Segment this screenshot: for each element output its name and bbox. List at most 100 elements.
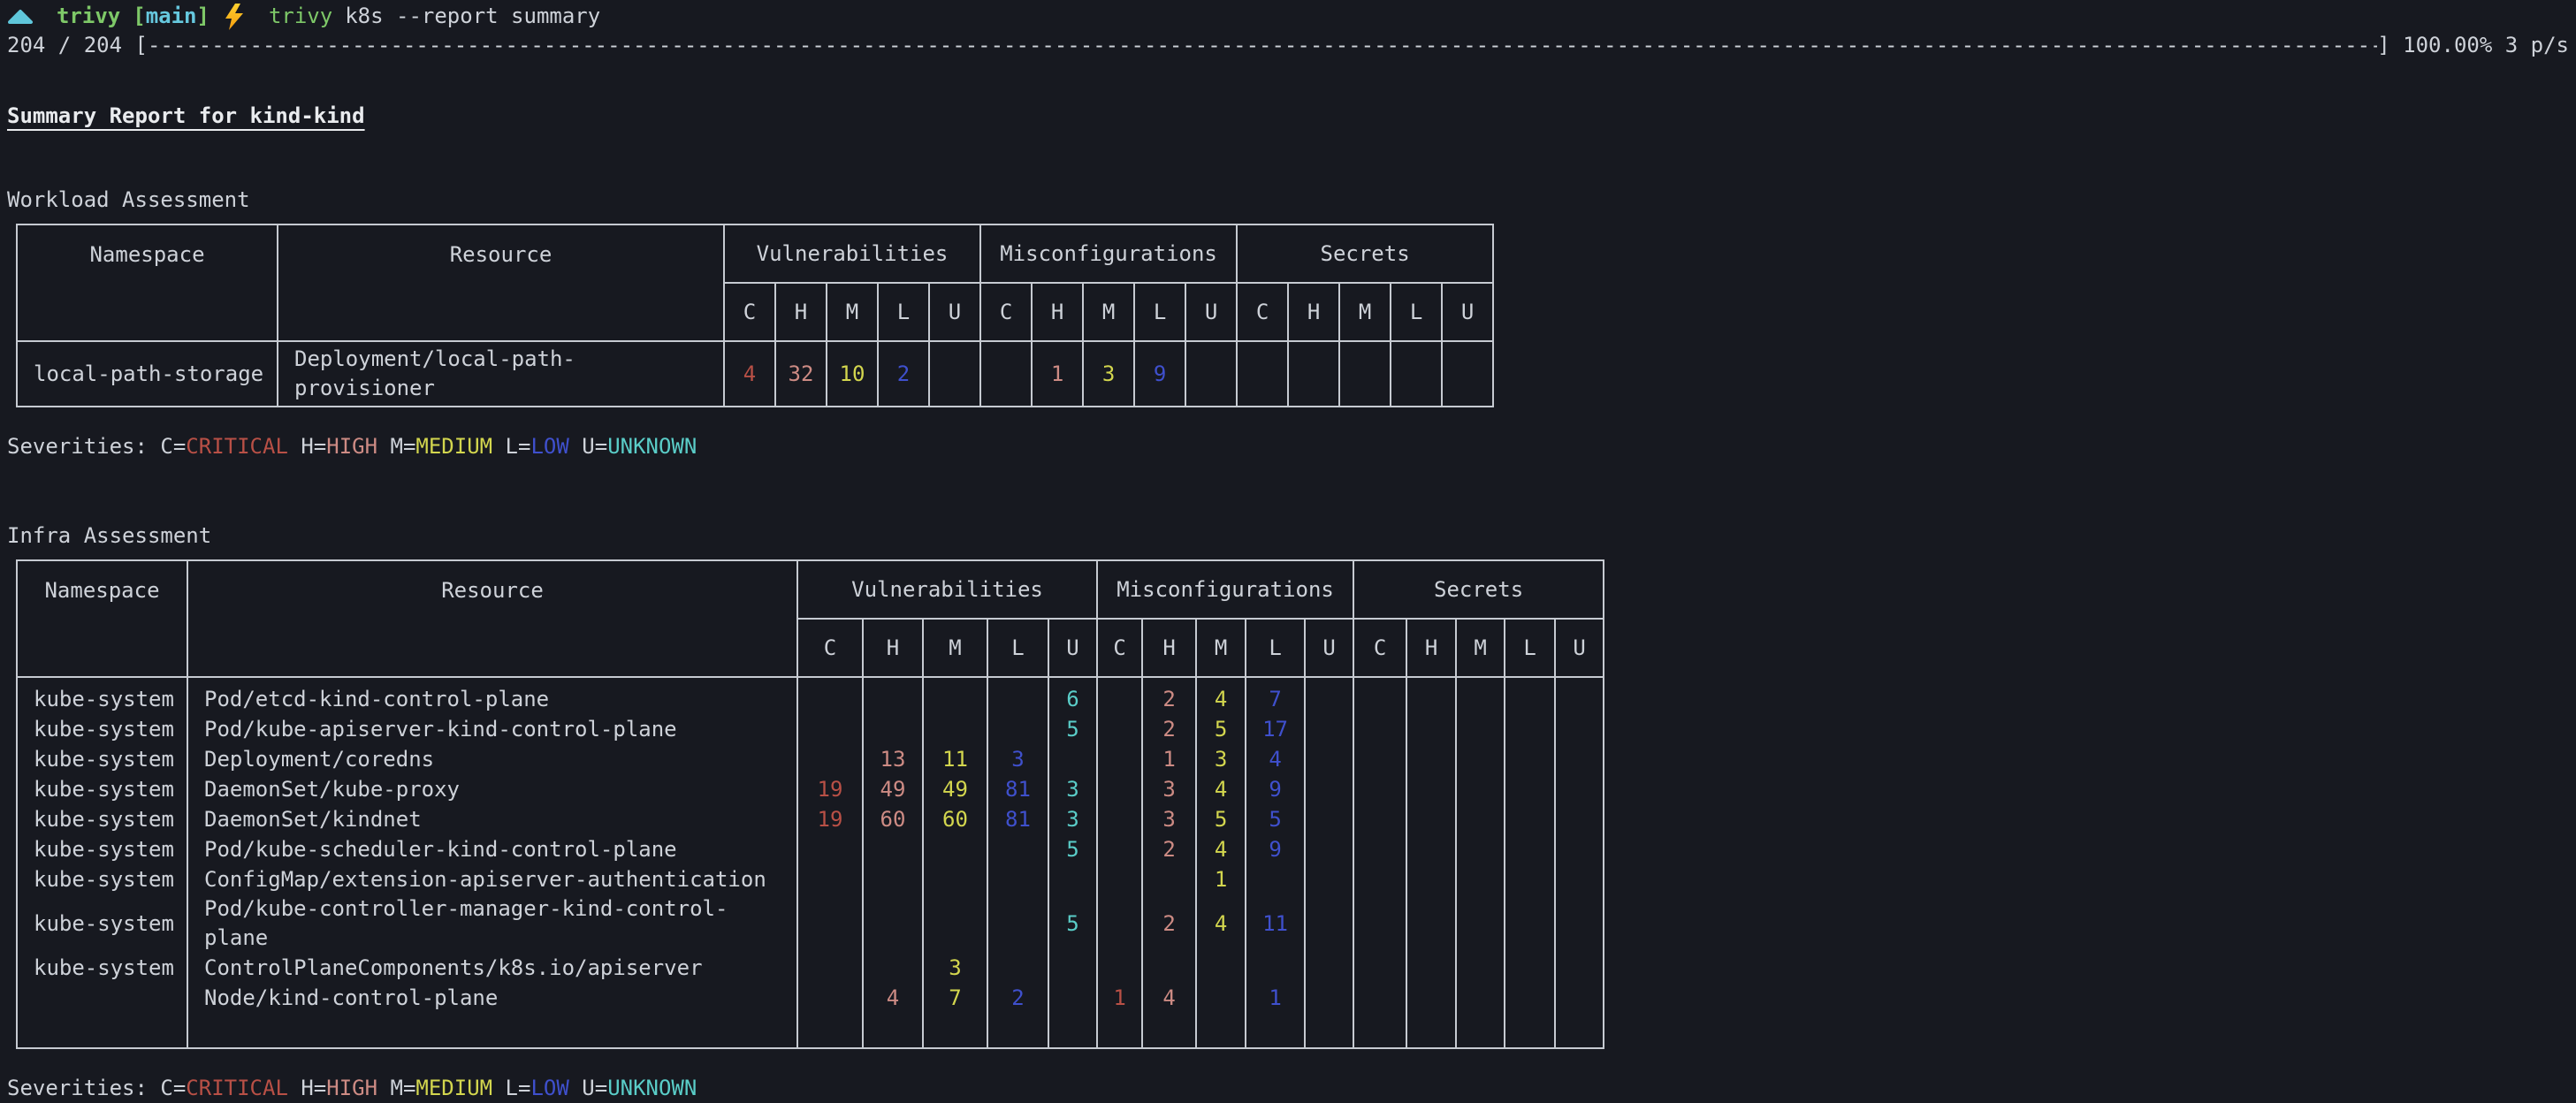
vulnerabilities-l-count [987, 894, 1048, 953]
secrets-l-count [1505, 983, 1555, 1013]
misconfigurations-c-count [1097, 677, 1142, 714]
resource-cell: Pod/etcd-kind-control-plane [187, 677, 797, 714]
table-row: kube-systemControlPlaneComponents/k8s.io… [17, 953, 1604, 983]
vulnerabilities-c-count [797, 714, 863, 744]
secrets-l-count [1505, 894, 1555, 953]
vulnerabilities-u-count [1048, 864, 1097, 894]
workload-heading: Workload Assessment [7, 186, 2569, 215]
secrets-h-count [1406, 894, 1456, 953]
table-row: kube-systemPod/kube-apiserver-kind-contr… [17, 714, 1604, 744]
legend-severity-label: LOW [530, 434, 568, 459]
vulnerabilities-u-count: 3 [1048, 804, 1097, 834]
legend-key: U= [569, 434, 607, 459]
severity-col-header: H [775, 283, 827, 341]
severity-col-header: C [1237, 283, 1288, 341]
misconfigurations-m-count: 4 [1196, 834, 1246, 864]
group-header-secrets: Secrets [1237, 224, 1493, 283]
severity-col-header: M [923, 619, 987, 677]
severity-col-header: L [1134, 283, 1185, 341]
misconfigurations-l-count: 17 [1246, 714, 1305, 744]
vulnerabilities-l-count [987, 864, 1048, 894]
report-title: Summary Report for kind-kind [7, 102, 2569, 131]
misconfigurations-h-count: 1 [1032, 341, 1083, 407]
severity-col-header: L [1505, 619, 1555, 677]
secrets-u-count [1555, 894, 1604, 953]
col-header-namespace: Namespace [17, 560, 187, 677]
secrets-u-count [1555, 714, 1604, 744]
vulnerabilities-m-count [923, 894, 987, 953]
secrets-c-count [1353, 714, 1406, 744]
misconfigurations-u-count [1305, 894, 1353, 953]
vulnerabilities-l-count: 3 [987, 744, 1048, 774]
secrets-u-count [1555, 983, 1604, 1013]
severity-col-header: C [1353, 619, 1406, 677]
branch-name: main [146, 4, 197, 28]
vulnerabilities-m-count: 49 [923, 774, 987, 804]
misconfigurations-c-count: 1 [1097, 983, 1142, 1013]
misconfigurations-h-count: 2 [1142, 834, 1196, 864]
misconfigurations-u-count [1305, 804, 1353, 834]
namespace-cell: kube-system [17, 804, 187, 834]
resource-cell: Deployment/coredns [187, 744, 797, 774]
vulnerabilities-u-count [1048, 744, 1097, 774]
secrets-h-count [1406, 953, 1456, 983]
severity-col-header: L [1246, 619, 1305, 677]
misconfigurations-l-count: 9 [1246, 774, 1305, 804]
misconfigurations-l-count: 9 [1134, 341, 1185, 407]
namespace-cell: kube-system [17, 714, 187, 744]
misconfigurations-l-count: 1 [1246, 983, 1305, 1013]
misconfigurations-m-count: 3 [1196, 744, 1246, 774]
misconfigurations-c-count [1097, 714, 1142, 744]
secrets-u-count [1555, 677, 1604, 714]
severity-col-header: L [878, 283, 929, 341]
vulnerabilities-u-count [1048, 953, 1097, 983]
prompt-branch: [main] [133, 2, 210, 31]
secrets-u-count [1555, 744, 1604, 774]
vulnerabilities-l-count [987, 677, 1048, 714]
secrets-c-count [1353, 953, 1406, 983]
vulnerabilities-u-count [929, 341, 980, 407]
misconfigurations-h-count: 4 [1142, 983, 1196, 1013]
severity-col-header: M [1456, 619, 1505, 677]
bracket-open: [ [133, 4, 145, 28]
severity-col-header: U [1048, 619, 1097, 677]
legend-key: M= [377, 1076, 415, 1100]
misconfigurations-m-count: 4 [1196, 774, 1246, 804]
namespace-cell: kube-system [17, 864, 187, 894]
terminal-screen: trivy [main] trivy k8s --report summary … [0, 0, 2576, 1091]
secrets-m-count [1456, 983, 1505, 1013]
vulnerabilities-c-count [797, 834, 863, 864]
vulnerabilities-l-count [987, 834, 1048, 864]
secrets-m-count [1456, 864, 1505, 894]
secrets-m-count [1456, 774, 1505, 804]
vulnerabilities-c-count: 4 [724, 341, 775, 407]
legend-severity-label: HIGH [326, 434, 377, 459]
secrets-h-count [1406, 804, 1456, 834]
misconfigurations-u-count [1305, 864, 1353, 894]
col-header-resource: Resource [278, 224, 724, 341]
vulnerabilities-c-count: 19 [797, 804, 863, 834]
secrets-c-count [1353, 677, 1406, 714]
legend-key: L= [492, 434, 530, 459]
namespace-cell [17, 983, 187, 1013]
misconfigurations-c-count [980, 341, 1032, 407]
misconfigurations-c-count [1097, 864, 1142, 894]
secrets-c-count [1353, 774, 1406, 804]
group-header-misconfigurations: Misconfigurations [980, 224, 1237, 283]
resource-cell: ControlPlaneComponents/k8s.io/apiserver [187, 953, 797, 983]
group-header-vulnerabilities: Vulnerabilities [797, 560, 1097, 619]
legend-key: H= [288, 1076, 326, 1100]
legend-key: M= [377, 434, 415, 459]
secrets-c-count [1353, 894, 1406, 953]
table-row: kube-systemPod/kube-controller-manager-k… [17, 894, 1604, 953]
misconfigurations-m-count: 1 [1196, 864, 1246, 894]
misconfigurations-h-count: 1 [1142, 744, 1196, 774]
misconfigurations-h-count: 3 [1142, 804, 1196, 834]
vulnerabilities-l-count: 2 [987, 983, 1048, 1013]
namespace-cell: local-path-storage [17, 341, 278, 407]
resource-cell: Deployment/local-path-provisioner [278, 341, 724, 407]
misconfigurations-m-count: 5 [1196, 714, 1246, 744]
misconfigurations-m-count: 4 [1196, 677, 1246, 714]
misconfigurations-m-count: 3 [1083, 341, 1134, 407]
legend-key: H= [288, 434, 326, 459]
